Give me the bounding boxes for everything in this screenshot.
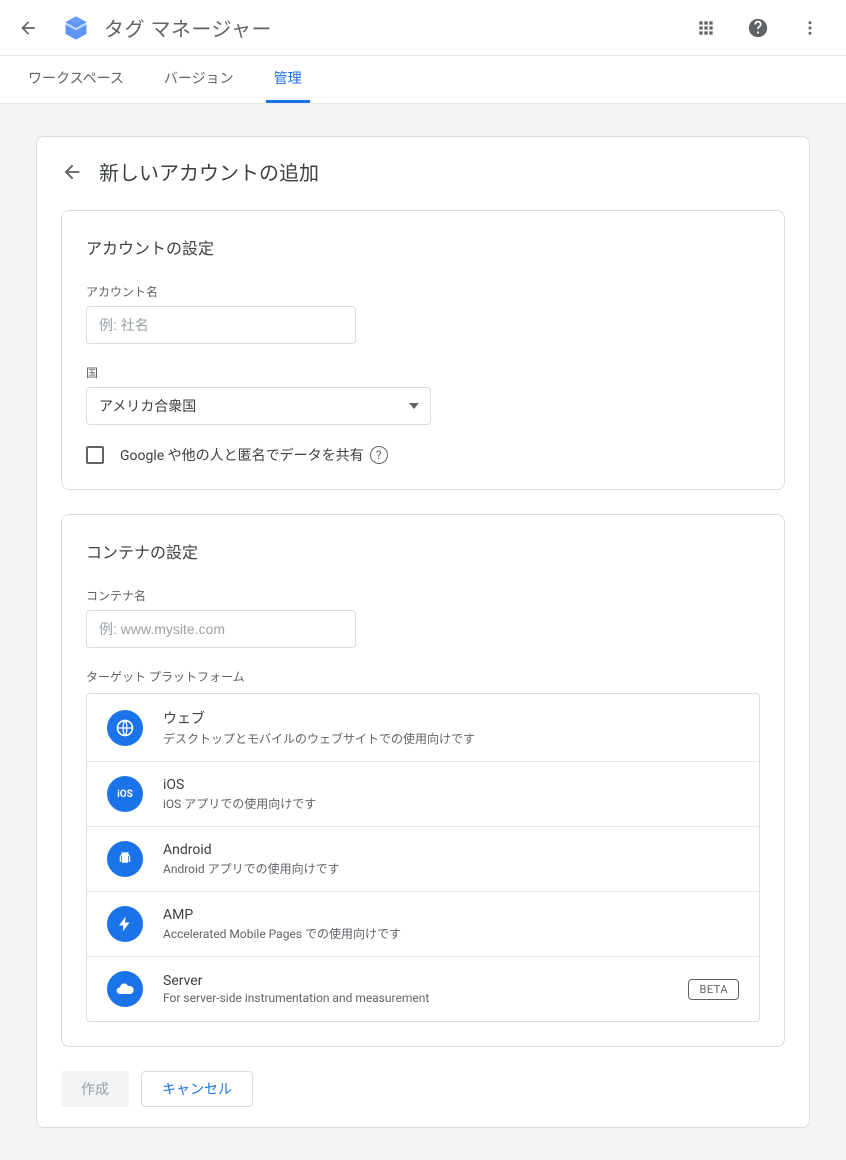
help-icon — [747, 17, 769, 39]
page-back-button[interactable] — [61, 161, 83, 183]
cloud-icon — [107, 971, 143, 1007]
main-card: 新しいアカウントの追加 アカウントの設定 アカウント名 国 アメリカ合衆国 — [36, 136, 810, 1128]
beta-badge: BETA — [688, 979, 739, 1000]
more-vert-icon — [801, 19, 819, 37]
platform-name: Server — [163, 973, 688, 989]
back-button[interactable] — [16, 16, 40, 40]
platform-android[interactable]: Android Android アプリでの使用向けです — [87, 827, 759, 892]
web-icon — [107, 710, 143, 746]
page-title: 新しいアカウントの追加 — [99, 157, 319, 186]
main-tabs: ワークスペース バージョン 管理 — [0, 56, 846, 104]
tab-versions[interactable]: バージョン — [156, 56, 242, 103]
apps-icon — [696, 18, 716, 38]
arrow-left-icon — [18, 18, 38, 38]
platform-server[interactable]: Server For server-side instrumentation a… — [87, 957, 759, 1021]
platform-desc: For server-side instrumentation and meas… — [163, 991, 688, 1005]
more-button[interactable] — [790, 8, 830, 48]
tab-workspace[interactable]: ワークスペース — [20, 56, 132, 103]
platform-desc: Android アプリでの使用向けです — [163, 860, 739, 877]
container-name-label: コンテナ名 — [86, 587, 760, 604]
android-icon — [107, 841, 143, 877]
container-section-title: コンテナの設定 — [86, 539, 760, 563]
platform-web[interactable]: ウェブ デスクトップとモバイルのウェブサイトでの使用向けです — [87, 694, 759, 762]
platform-list: ウェブ デスクトップとモバイルのウェブサイトでの使用向けです iOS iOS i… — [86, 693, 760, 1022]
platform-name: iOS — [163, 777, 739, 793]
help-button[interactable] — [738, 8, 778, 48]
app-title: タグ マネージャー — [104, 13, 686, 42]
container-settings-section: コンテナの設定 コンテナ名 ターゲット プラットフォーム ウェブ デスクトップと… — [61, 514, 785, 1047]
ios-icon: iOS — [107, 776, 143, 812]
gtm-logo-icon — [60, 12, 92, 44]
share-data-label: Google や他の人と匿名でデータを共有 ? — [120, 445, 388, 465]
platform-name: Android — [163, 842, 739, 858]
account-name-label: アカウント名 — [86, 283, 760, 300]
share-data-checkbox[interactable] — [86, 446, 104, 464]
apps-button[interactable] — [686, 8, 726, 48]
country-select[interactable]: アメリカ合衆国 — [86, 387, 431, 425]
platform-desc: デスクトップとモバイルのウェブサイトでの使用向けです — [163, 730, 739, 747]
platform-name: AMP — [163, 907, 739, 923]
cancel-button[interactable]: キャンセル — [141, 1071, 253, 1107]
container-name-input[interactable] — [86, 610, 356, 648]
app-header: タグ マネージャー — [0, 0, 846, 56]
platform-desc: iOS アプリでの使用向けです — [163, 795, 739, 812]
account-section-title: アカウントの設定 — [86, 235, 760, 259]
country-label: 国 — [86, 364, 760, 381]
content-area: 新しいアカウントの追加 アカウントの設定 アカウント名 国 アメリカ合衆国 — [0, 104, 846, 1160]
amp-icon — [107, 906, 143, 942]
platform-amp[interactable]: AMP Accelerated Mobile Pages での使用向けです — [87, 892, 759, 957]
platform-label: ターゲット プラットフォーム — [86, 668, 760, 685]
account-name-input[interactable] — [86, 306, 356, 344]
arrow-left-icon — [61, 161, 83, 183]
platform-ios[interactable]: iOS iOS iOS アプリでの使用向けです — [87, 762, 759, 827]
help-icon[interactable]: ? — [370, 446, 388, 464]
platform-desc: Accelerated Mobile Pages での使用向けです — [163, 925, 739, 942]
tab-admin[interactable]: 管理 — [266, 56, 310, 103]
platform-name: ウェブ — [163, 708, 739, 728]
create-button[interactable]: 作成 — [61, 1071, 129, 1107]
account-settings-section: アカウントの設定 アカウント名 国 アメリカ合衆国 — [61, 210, 785, 490]
